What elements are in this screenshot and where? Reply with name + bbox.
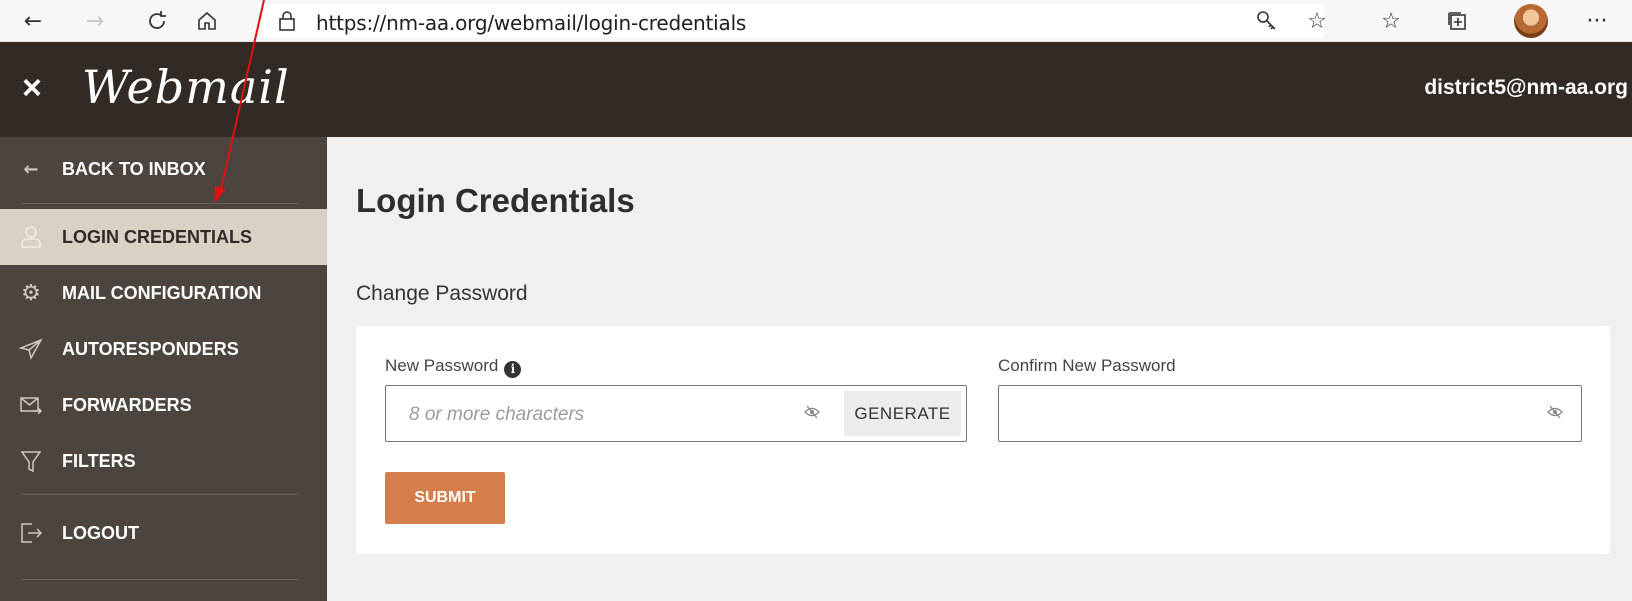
sidebar-item-label: AUTORESPONDERS: [62, 338, 239, 359]
address-bar[interactable]: https://nm-aa.org/webmail/login-credenti…: [262, 4, 1324, 38]
mail-forward-icon: [0, 394, 62, 416]
back-to-inbox-link[interactable]: ← BACK TO INBOX: [0, 137, 327, 201]
filter-icon: [0, 449, 62, 473]
sidebar-item-forwarders[interactable]: FORWARDERS: [0, 377, 327, 433]
divider: [22, 203, 298, 204]
new-password-field[interactable]: 8 or more characters GENERATE: [385, 385, 967, 442]
sidebar-item-autoresponders[interactable]: AUTORESPONDERS: [0, 321, 327, 377]
home-icon[interactable]: [192, 6, 222, 36]
back-arrow-icon[interactable]: ←: [18, 6, 48, 36]
sidebar-item-label: FORWARDERS: [62, 394, 192, 415]
webmail-logo: Webmail: [82, 60, 290, 114]
new-password-label-text: New Password: [385, 356, 499, 375]
sidebar-item-login-credentials[interactable]: LOGIN CREDENTIALS: [0, 209, 327, 265]
new-password-placeholder: 8 or more characters: [409, 404, 585, 425]
key-icon[interactable]: [1252, 6, 1282, 36]
favorites-icon[interactable]: ☆: [1376, 6, 1406, 36]
sidebar: ← BACK TO INBOX LOGIN CREDENTIALS ⚙ MAIL…: [0, 137, 327, 601]
app-header: × Webmail district5@nm-aa.org: [0, 42, 1632, 137]
browser-toolbar: ← → https://nm-aa.org/webmail/login-cred…: [0, 0, 1632, 42]
star-icon[interactable]: ☆: [1302, 6, 1332, 36]
forward-arrow-icon[interactable]: →: [80, 6, 110, 36]
back-to-inbox-label: BACK TO INBOX: [62, 158, 206, 179]
sidebar-item-label: FILTERS: [62, 450, 136, 471]
sidebar-item-label: MAIL CONFIGURATION: [62, 282, 262, 303]
sidebar-item-filters[interactable]: FILTERS: [0, 433, 327, 489]
user-icon: [0, 225, 62, 249]
sidebar-item-mail-configuration[interactable]: ⚙ MAIL CONFIGURATION: [0, 265, 327, 321]
confirm-password-label: Confirm New Password: [998, 356, 1176, 375]
more-icon[interactable]: ···: [1582, 6, 1612, 36]
logout-icon: [0, 521, 62, 545]
page-title: Login Credentials: [356, 182, 635, 219]
divider: [22, 579, 298, 580]
divider: [22, 494, 298, 495]
eye-slash-icon[interactable]: [804, 405, 820, 423]
paper-plane-icon: [0, 337, 62, 361]
new-password-label: New Password i: [385, 356, 522, 378]
collections-icon[interactable]: [1442, 6, 1472, 36]
url-text: https://nm-aa.org/webmail/login-credenti…: [316, 11, 747, 35]
sidebar-item-label: LOGIN CREDENTIALS: [62, 226, 253, 247]
close-icon[interactable]: ×: [22, 66, 42, 110]
password-card: New Password i 8 or more characters GENER…: [356, 326, 1610, 554]
submit-button[interactable]: SUBMIT: [385, 472, 505, 524]
logout-label: LOGOUT: [62, 522, 139, 543]
profile-avatar[interactable]: [1514, 4, 1548, 38]
refresh-icon[interactable]: [142, 6, 172, 36]
logout-link[interactable]: LOGOUT: [0, 501, 327, 565]
info-icon[interactable]: i: [504, 361, 522, 378]
section-title: Change Password: [356, 282, 528, 305]
back-arrow-icon: ←: [23, 158, 39, 180]
confirm-password-field[interactable]: [998, 385, 1582, 442]
account-email: district5@nm-aa.org: [1424, 76, 1628, 99]
eye-slash-icon[interactable]: [1547, 405, 1563, 423]
lock-icon: [272, 6, 302, 36]
generate-button[interactable]: GENERATE: [844, 391, 961, 436]
gear-icon: ⚙: [21, 280, 41, 306]
